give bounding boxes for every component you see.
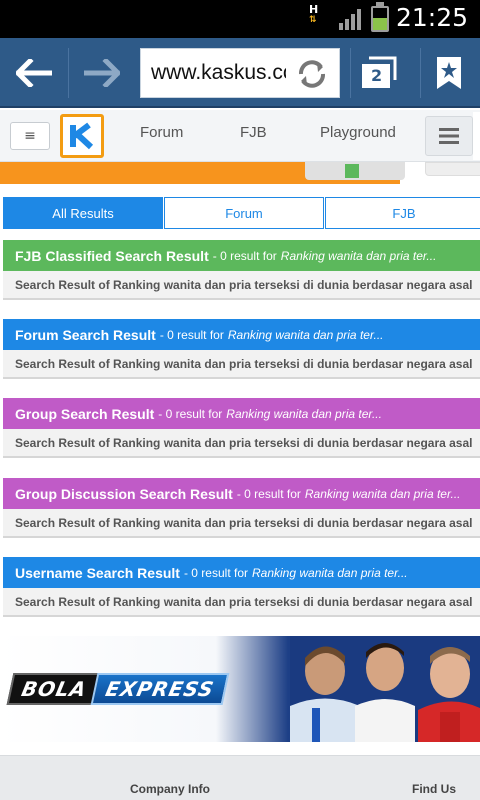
nav-link-playground[interactable]: Playground [320,124,396,141]
url-text[interactable]: www.kaskus.co.id [151,61,286,85]
menu-icon: ≡ [24,128,36,144]
bookmark-button[interactable] [424,38,474,108]
back-button[interactable] [8,38,60,108]
result-title: Username Search Result [15,564,180,581]
result-query: Ranking wanita dan pria ter... [252,565,408,580]
signal-strength-icon [339,9,361,30]
result-body: Search Result of Ranking wanita dan pria… [3,271,480,300]
username-result-section: Username Search Result - 0 result for Ra… [3,557,480,617]
result-title: Forum Search Result [15,326,156,343]
footer-company-info[interactable]: Company Info [130,782,210,796]
result-header[interactable]: FJB Classified Search Result - 0 result … [3,240,480,271]
forward-button[interactable] [76,38,128,108]
bola-express-ad-banner[interactable]: BOLA EXPRESS [0,636,480,742]
result-title: FJB Classified Search Result [15,247,209,264]
result-body: Search Result of Ranking wanita dan pria… [3,509,480,538]
result-body: Search Result of Ranking wanita dan pria… [3,350,480,379]
site-options-button[interactable] [425,116,473,156]
bola-express-logo: BOLA EXPRESS [6,672,230,706]
site-navbar: ≡ Forum FJB Playground [0,110,480,162]
result-title: Group Search Result [15,405,155,422]
result-count: - 0 result for [236,486,301,501]
kaskus-logo[interactable] [60,114,104,158]
result-header[interactable]: Forum Search Result - 0 result for Ranki… [3,319,480,350]
kaskus-k-icon [70,122,94,150]
result-title: Group Discussion Search Result [15,485,233,502]
result-query: Ranking wanita dan pria ter... [227,327,384,342]
result-header[interactable]: Group Search Result - 0 result for Ranki… [3,398,480,429]
promo-banner-strip[interactable] [0,162,480,186]
browser-toolbar: www.kaskus.co.id 2 [0,38,480,108]
battery-icon [371,2,389,32]
result-tabs: All Results Forum FJB [3,197,480,229]
data-activity-icon: ⇅ [309,15,317,25]
nav-edge [473,112,480,160]
footer-find-us[interactable]: Find Us [412,782,456,796]
result-body: Search Result of Ranking wanita dan pria… [3,429,480,458]
result-count: - 0 result for [183,565,248,580]
url-bar[interactable]: www.kaskus.co.id [140,48,340,98]
forward-arrow-icon [84,59,120,87]
result-query: Ranking wanita dan pria ter... [304,486,461,501]
tab-fjb[interactable]: FJB [324,197,480,229]
result-count: - 0 result for [158,406,223,421]
promo-banner-button[interactable] [425,162,480,176]
result-count: - 0 result for [212,248,277,263]
bola-express-logo-part1: BOLA [6,673,102,705]
result-body: Search Result of Ranking wanita dan pria… [3,588,480,617]
bookmark-star-icon [437,57,461,89]
tabs-button[interactable]: 2 [352,38,408,108]
battery-fill [373,17,387,30]
bola-express-logo-part2: EXPRESS [91,673,230,705]
tab-forum[interactable]: Forum [163,197,324,229]
toolbar-divider [68,48,69,98]
forum-result-section: Forum Search Result - 0 result for Ranki… [3,319,480,379]
status-clock: 21:25 [396,3,469,32]
result-count: - 0 result for [159,327,224,342]
site-menu-button[interactable]: ≡ [10,122,50,150]
promo-device-image [305,162,405,180]
group-discussion-result-section: Group Discussion Search Result - 0 resul… [3,478,480,538]
result-query: Ranking wanita dan pria ter... [280,248,437,263]
group-result-section: Group Search Result - 0 result for Ranki… [3,398,480,458]
result-header[interactable]: Group Discussion Search Result - 0 resul… [3,478,480,509]
toolbar-divider [350,48,351,98]
hamburger-icon [439,128,459,144]
result-query: Ranking wanita dan pria ter... [226,406,382,421]
network-type-indicator: H ⇅ [309,4,318,26]
toolbar-divider [420,48,421,98]
football-players-image [290,636,480,742]
nav-link-forum[interactable]: Forum [140,124,183,141]
site-footer: Company Info Find Us [0,755,480,800]
fjb-classified-result-section: FJB Classified Search Result - 0 result … [3,240,480,300]
nav-link-fjb[interactable]: FJB [240,124,267,141]
back-arrow-icon [16,59,52,87]
result-header[interactable]: Username Search Result - 0 result for Ra… [3,557,480,588]
status-bar: H ⇅ 21:25 [0,0,480,38]
tab-all-results[interactable]: All Results [3,197,163,229]
tab-count: 2 [371,66,383,85]
reload-icon[interactable] [293,55,331,93]
